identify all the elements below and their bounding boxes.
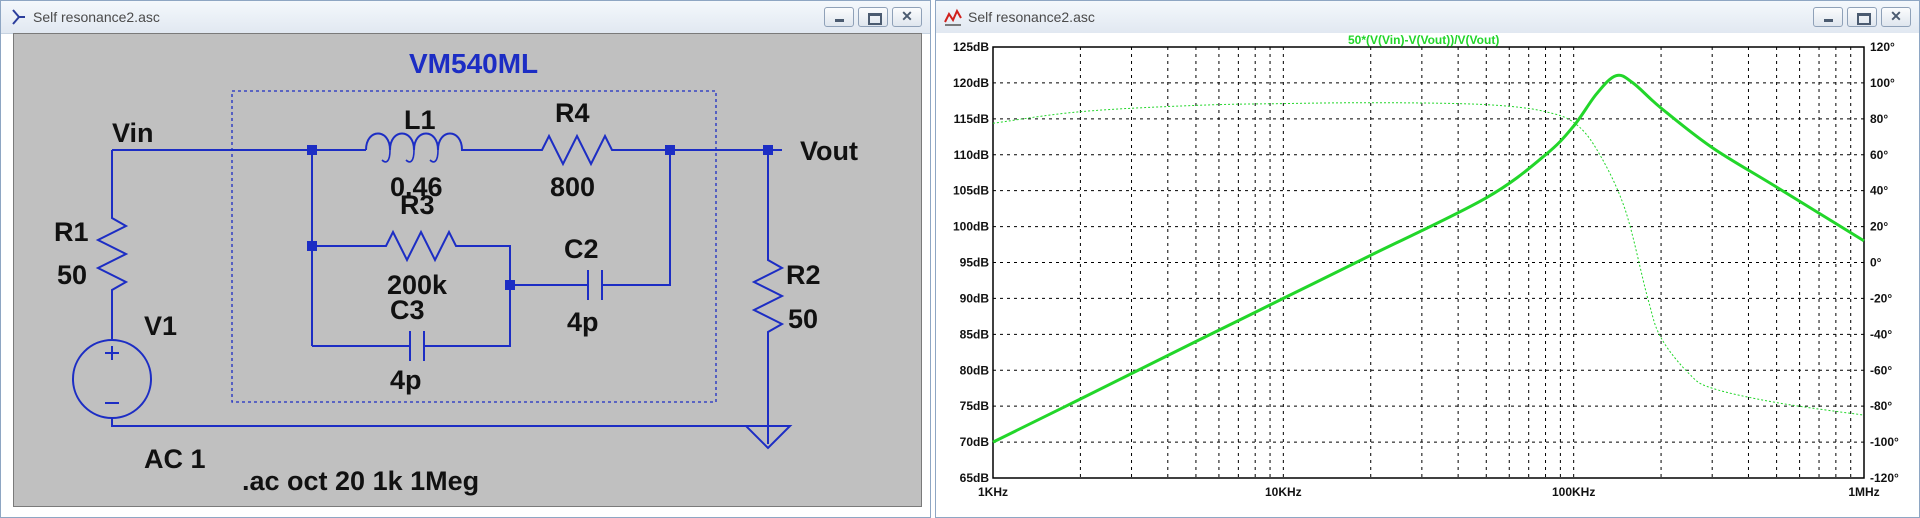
l1-name[interactable]: L1 (404, 107, 436, 134)
circuit-title: VM540ML (409, 48, 539, 79)
x-tick-label: 100KHz (1552, 485, 1595, 499)
node-junction (763, 145, 773, 155)
y-left-tick-label: 75dB (960, 399, 990, 413)
r1-value[interactable]: 50 (57, 262, 87, 289)
wire (111, 418, 770, 427)
net-label-vout[interactable]: Vout (800, 138, 858, 165)
resistor-r1 (95, 210, 129, 339)
schematic-titlebar[interactable]: Self resonance2.asc ✕ (1, 1, 930, 34)
node-junction (307, 241, 317, 251)
v1-value[interactable]: AC 1 (144, 446, 206, 473)
trace-label[interactable]: 50*(V(Vin)-V(Vout))/V(Vout) (1348, 33, 1499, 47)
v1-name[interactable]: V1 (144, 313, 177, 340)
x-tick-label: 10KHz (1265, 485, 1302, 499)
plot-pane[interactable]: 50*(V(Vin)-V(Vout))/V(Vout) 125dB 120dB 11… (936, 33, 1919, 507)
ltspice-schematic-icon (12, 9, 25, 25)
schematic-canvas[interactable]: VM540ML Vin Vout R1 50 V1 AC 1 L1 0.46 R… (13, 33, 922, 507)
c2-name[interactable]: C2 (564, 236, 599, 263)
r3-name[interactable]: R3 (400, 192, 435, 219)
waveform-viewer-icon (944, 8, 962, 26)
schematic-window: Self resonance2.asc ✕ VM540ML Vin Vout R… (0, 0, 931, 518)
y-left-tick-label: 105dB (953, 184, 989, 198)
plot-window: Self resonance2.asc ✕ 50*(V(Vin)-V(Vout)… (935, 0, 1920, 518)
r4-value[interactable]: 800 (550, 174, 595, 201)
waveform-plot[interactable]: 125dB 120dB 115dB 110dB 105dB 100dB 95dB 90dB 85… (936, 33, 1920, 509)
y-left-tick-label: 115dB (954, 112, 990, 126)
y-right-tick-label: -120° (1870, 471, 1899, 485)
y-right-tick-label: 40° (1870, 184, 1888, 198)
c3-value[interactable]: 4p (390, 367, 422, 394)
y-right-tick-label: -80° (1870, 399, 1892, 413)
maximize-button[interactable] (858, 7, 888, 27)
c3-name[interactable]: C3 (390, 297, 425, 324)
node-junction (505, 280, 515, 290)
r1-name[interactable]: R1 (54, 219, 89, 246)
plot-titlebar[interactable]: Self resonance2.asc ✕ (936, 1, 1919, 34)
y-left-tick-label: 65dB (960, 471, 990, 485)
maximize-button[interactable] (1847, 7, 1877, 27)
minimize-button[interactable] (824, 7, 854, 27)
y-left-tick-label: 85dB (960, 327, 990, 341)
minimize-button[interactable] (1813, 7, 1843, 27)
y-left-tick-label: 120dB (953, 76, 989, 90)
phase-trace (992, 102, 1865, 416)
y-right-tick-label: -60° (1870, 363, 1892, 377)
x-tick-label: 1MHz (1848, 485, 1879, 499)
schematic-window-title: Self resonance2.asc (33, 9, 160, 25)
y-left-tick-label: 70dB (960, 435, 990, 449)
node-junction (665, 145, 675, 155)
inductor-l1 (365, 132, 468, 151)
y-right-tick-label: 20° (1870, 220, 1888, 234)
close-button[interactable]: ✕ (892, 7, 922, 27)
resistor-r2 (751, 150, 785, 444)
y-left-tick-label: 90dB (960, 291, 990, 305)
plot-window-title: Self resonance2.asc (968, 9, 1095, 25)
r2-name[interactable]: R2 (786, 262, 821, 289)
x-tick-label: 1KHz (978, 485, 1008, 499)
y-right-tick-label: -40° (1870, 327, 1892, 341)
spice-directive[interactable]: .ac oct 20 1k 1Meg (242, 468, 479, 495)
y-right-tick-label: 80° (1870, 112, 1888, 126)
y-right-tick-label: 100° (1870, 76, 1895, 90)
node-junction (307, 145, 317, 155)
c2-value[interactable]: 4p (567, 309, 599, 336)
close-button[interactable]: ✕ (1881, 7, 1911, 27)
y-left-tick-label: 110dB (954, 148, 990, 162)
y-left-tick-label: 100dB (953, 220, 989, 234)
y-right-tick-label: -100° (1870, 435, 1899, 449)
y-right-tick-label: 120° (1870, 40, 1895, 54)
capacitor-c2 (510, 150, 671, 286)
y-left-tick-label: 80dB (960, 363, 990, 377)
y-left-tick-label: 95dB (960, 256, 990, 270)
close-icon: ✕ (1890, 8, 1902, 24)
y-right-tick-label: -20° (1870, 291, 1892, 305)
resistor-r4 (534, 133, 614, 167)
r4-name[interactable]: R4 (555, 100, 590, 127)
y-left-tick-label: 125dB (953, 40, 989, 54)
close-icon: ✕ (901, 8, 913, 24)
r2-value[interactable]: 50 (788, 306, 818, 333)
y-right-tick-label: 0° (1870, 256, 1882, 270)
net-label-vin[interactable]: Vin (112, 120, 154, 147)
magnitude-trace (992, 73, 1865, 444)
y-right-tick-label: 60° (1870, 148, 1888, 162)
